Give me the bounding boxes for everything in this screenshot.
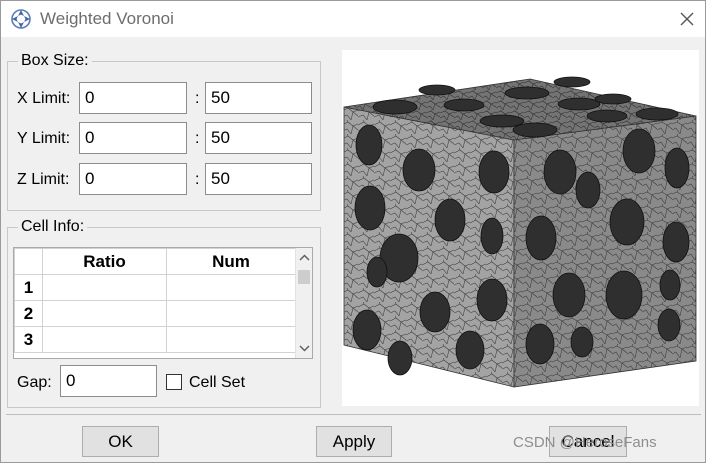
x-limit-separator: : — [195, 90, 200, 107]
ratio-cell[interactable] — [42, 274, 167, 301]
ratio-cell[interactable] — [42, 300, 167, 327]
close-icon — [680, 12, 694, 26]
table-header-row: Ratio Num — [14, 248, 296, 275]
close-button[interactable] — [669, 1, 705, 37]
cell-info-legend: Cell Info: — [18, 218, 88, 236]
num-cell[interactable] — [166, 326, 296, 353]
z-limit-min-input[interactable] — [79, 163, 187, 195]
corner-cell — [14, 248, 43, 275]
cell-set-label[interactable]: Cell Set — [189, 374, 245, 392]
table-row: 3 — [14, 326, 296, 353]
z-limit-max-input[interactable] — [205, 163, 312, 195]
cell-set-checkbox[interactable] — [166, 374, 182, 390]
ok-button[interactable]: OK — [82, 426, 159, 457]
y-limit-label: Y Limit: — [17, 130, 71, 147]
gap-label: Gap: — [17, 374, 52, 391]
y-limit-min-input[interactable] — [79, 122, 187, 154]
cell-info-table: Ratio Num 1 2 3 — [13, 247, 313, 359]
table-row: 1 — [14, 274, 296, 301]
voronoi-preview-image — [342, 50, 699, 406]
window-title: Weighted Voronoi — [40, 9, 174, 28]
y-limit-max-input[interactable] — [205, 122, 312, 154]
cell-info-grid: Ratio Num 1 2 3 — [14, 248, 296, 353]
z-limit-label: Z Limit: — [17, 171, 70, 188]
x-limit-min-input[interactable] — [79, 82, 187, 114]
y-limit-separator: : — [195, 130, 200, 147]
row-header[interactable]: 3 — [14, 326, 43, 353]
watermark-text: CSDN @HeroseFans — [513, 434, 657, 451]
abaqus-logo-icon — [11, 9, 31, 29]
ratio-cell[interactable] — [42, 326, 167, 353]
z-limit-separator: : — [195, 171, 200, 188]
button-separator — [6, 414, 701, 415]
apply-button[interactable]: Apply — [316, 426, 392, 457]
weighted-voronoi-dialog: Weighted Voronoi Box Size: X Limit: : Y … — [0, 0, 706, 463]
row-header[interactable]: 1 — [14, 274, 43, 301]
gap-input[interactable] — [60, 365, 157, 397]
box-size-legend: Box Size: — [18, 52, 92, 70]
table-vertical-scrollbar[interactable] — [295, 248, 313, 358]
chevron-up-icon[interactable] — [296, 250, 313, 266]
num-cell[interactable] — [166, 274, 296, 301]
num-cell[interactable] — [166, 300, 296, 327]
scrollbar-thumb[interactable] — [298, 270, 310, 284]
row-header[interactable]: 2 — [14, 300, 43, 327]
column-header-ratio[interactable]: Ratio — [42, 248, 167, 275]
title-bar: Weighted Voronoi — [1, 1, 705, 37]
chevron-down-icon[interactable] — [296, 340, 313, 356]
x-limit-max-input[interactable] — [205, 82, 312, 114]
voronoi-cube-illustration — [343, 76, 697, 388]
column-header-num[interactable]: Num — [166, 248, 296, 275]
table-row: 2 — [14, 300, 296, 327]
x-limit-label: X Limit: — [17, 90, 71, 107]
